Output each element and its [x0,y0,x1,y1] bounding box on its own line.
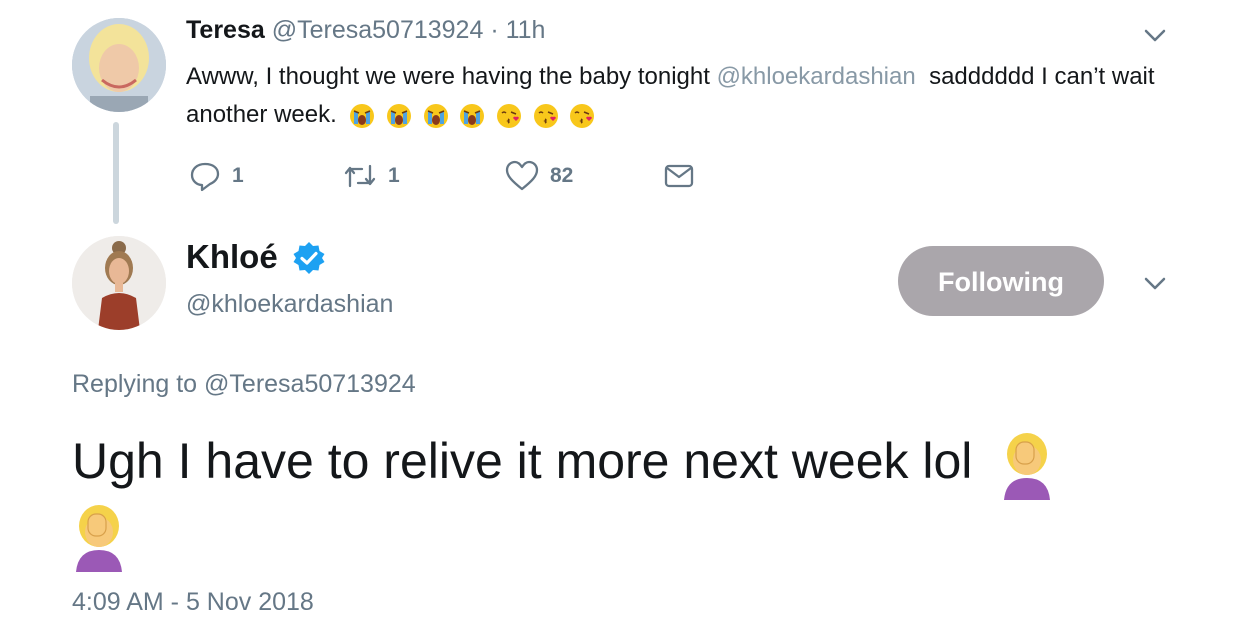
reply-count: 1 [232,164,244,187]
retweet-count: 1 [388,164,400,187]
thread-connector-line [113,122,119,224]
loudly-crying-face-icon [423,104,448,129]
header-separator: · [490,16,499,44]
chevron-down-icon[interactable] [1140,268,1170,298]
reply-handle[interactable]: @khloekardashian [186,290,393,319]
loudly-crying-face-icon [387,104,412,129]
khloe-avatar-image [72,236,166,330]
parent-tweet-header: Teresa @Teresa50713924 · 11h [186,16,545,45]
like-action[interactable]: 82 [504,158,573,194]
loudly-crying-face-icon [350,104,375,129]
reply-action[interactable]: 1 [188,158,244,194]
retweet-icon [344,164,376,188]
replying-to-prefix: Replying to [72,370,198,398]
face-blowing-kiss-icon [533,104,558,129]
face-blowing-kiss-icon [570,104,595,129]
loudly-crying-face-icon [460,104,485,129]
parent-display-name[interactable]: Teresa [186,16,265,44]
like-count: 82 [550,164,574,187]
face-blowing-kiss-icon [497,104,522,129]
replying-to-line: Replying to @Teresa50713924 [72,370,416,399]
envelope-icon [664,164,694,188]
woman-facepalming-icon [1004,432,1051,500]
retweet-action[interactable]: 1 [342,158,400,194]
reply-display-name[interactable]: Khloé [186,238,278,276]
mention-link[interactable]: @khloekardashian [717,63,916,90]
direct-message-action[interactable] [662,158,696,194]
parent-handle[interactable]: @Teresa50713924 [272,16,484,44]
following-button[interactable]: Following [898,246,1104,316]
reply-tweet-text: Ugh I have to relive it more next week l… [72,428,1192,572]
parent-tweet-text: Awww, I thought we were having the baby … [186,58,1186,135]
reply-timestamp[interactable]: 4:09 AM - 5 Nov 2018 [72,588,314,617]
teresa-avatar[interactable] [72,18,166,112]
parent-text-part1: Awww, I thought we were having the baby … [186,63,710,90]
chevron-down-icon[interactable] [1140,20,1170,50]
reply-icon [190,162,220,192]
heart-icon [505,160,539,191]
parent-time-ago[interactable]: 11h [506,16,546,44]
replying-to-handle[interactable]: @Teresa50713924 [204,370,416,398]
woman-facepalming-icon [76,504,122,572]
reply-text-body: Ugh I have to relive it more next week l… [72,433,973,489]
teresa-avatar-image [72,18,166,112]
verified-badge-icon [293,242,325,274]
parent-emoji-row [349,97,599,135]
khloe-avatar[interactable] [72,236,166,330]
